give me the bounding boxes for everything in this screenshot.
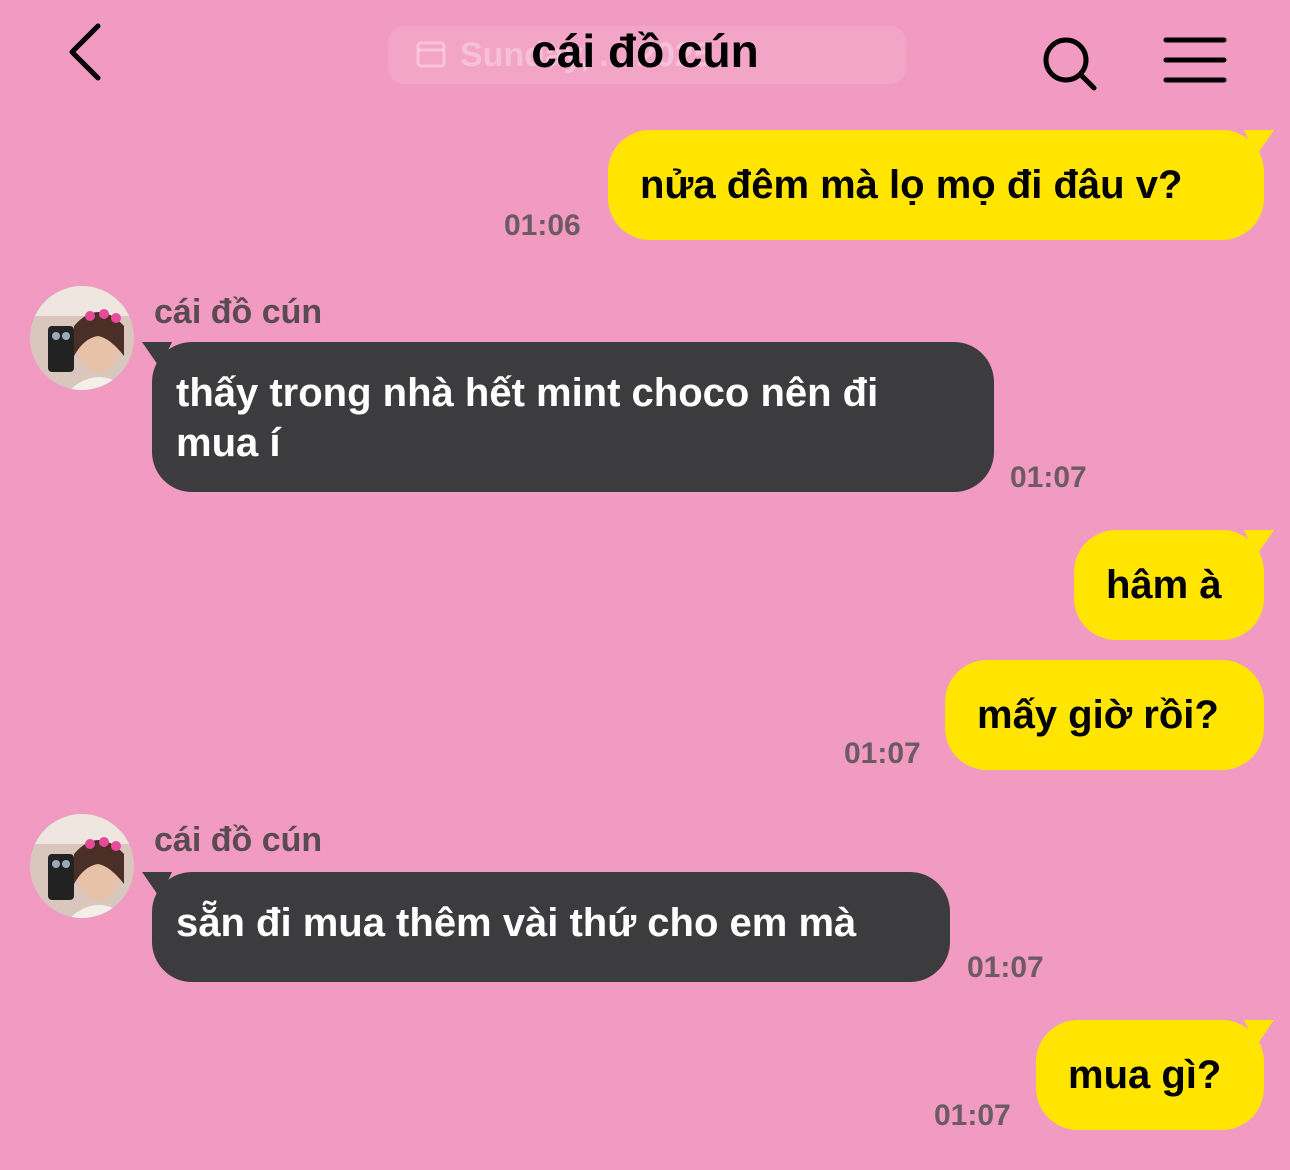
message-text: mua gì? bbox=[1068, 1053, 1222, 1097]
message-text: thấy trong nhà hết mint choco nên đi mua… bbox=[176, 371, 879, 465]
message-timestamp: 01:07 bbox=[967, 951, 1044, 984]
menu-button[interactable] bbox=[1160, 34, 1230, 88]
contact-avatar[interactable] bbox=[30, 814, 134, 918]
search-button[interactable] bbox=[1036, 30, 1106, 100]
chevron-left-icon bbox=[69, 23, 101, 81]
bubble-tail bbox=[142, 342, 172, 368]
outgoing-message-bubble[interactable]: hâm à bbox=[1074, 530, 1274, 640]
sender-name: cái đồ cún bbox=[154, 293, 323, 331]
bubble-tail bbox=[1244, 130, 1274, 156]
back-button[interactable] bbox=[58, 20, 118, 84]
message-timestamp: 01:07 bbox=[844, 737, 921, 770]
search-icon bbox=[1043, 37, 1097, 91]
bubble-tail bbox=[142, 872, 172, 898]
message-text: sẵn đi mua thêm vài thứ cho em mà bbox=[176, 901, 857, 945]
outgoing-message-bubble[interactable]: mua gì? bbox=[1036, 1020, 1274, 1130]
incoming-message-bubble[interactable]: thấy trong nhà hết mint choco nên đi mua… bbox=[142, 342, 994, 492]
avatar-photo-icon bbox=[30, 814, 134, 918]
message-text: nửa đêm mà lọ mọ đi đâu v? bbox=[640, 163, 1183, 207]
hamburger-menu-icon bbox=[1163, 37, 1227, 83]
bubble-tail bbox=[1244, 530, 1274, 556]
sender-name: cái đồ cún bbox=[154, 821, 323, 859]
chat-header: Sunday, ... 2025 cái đồ cún bbox=[0, 0, 1290, 110]
message-timestamp: 01:07 bbox=[934, 1099, 1011, 1132]
message-timestamp: 01:07 bbox=[1010, 461, 1087, 494]
message-text: hâm à bbox=[1106, 563, 1222, 607]
incoming-message-bubble[interactable]: sẵn đi mua thêm vài thứ cho em mà bbox=[142, 872, 950, 982]
contact-avatar[interactable] bbox=[30, 286, 134, 390]
message-text: mấy giờ rồi? bbox=[977, 693, 1219, 737]
message-timestamp: 01:06 bbox=[504, 209, 581, 242]
avatar-photo-icon bbox=[30, 286, 134, 390]
bubble-tail bbox=[1244, 1020, 1274, 1046]
outgoing-message-bubble[interactable]: nửa đêm mà lọ mọ đi đâu v? bbox=[608, 130, 1274, 240]
chat-title: cái đồ cún bbox=[531, 25, 759, 77]
outgoing-message-bubble[interactable]: mấy giờ rồi? bbox=[945, 660, 1264, 770]
